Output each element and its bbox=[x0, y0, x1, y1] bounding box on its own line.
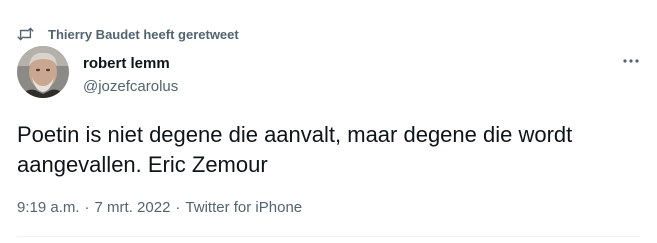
divider bbox=[17, 236, 640, 237]
more-options-button[interactable] bbox=[619, 50, 643, 70]
retweet-context[interactable]: Thierry Baudet heeft geretweet bbox=[17, 26, 239, 42]
retweet-icon bbox=[17, 27, 34, 41]
meta-separator: · bbox=[175, 199, 181, 216]
tweet-text: Poetin is niet degene die aanvalt, maar … bbox=[17, 122, 573, 177]
retweet-label: Thierry Baudet heeft geretweet bbox=[48, 26, 239, 42]
tweet-date[interactable]: 7 mrt. 2022 bbox=[95, 199, 171, 216]
author-handle[interactable]: @jozefcarolus bbox=[83, 78, 178, 96]
author-name[interactable]: robert lemm bbox=[83, 55, 178, 73]
more-options-icon bbox=[622, 51, 640, 69]
avatar[interactable] bbox=[17, 46, 69, 98]
author-info[interactable]: robert lemm @jozefcarolus bbox=[83, 55, 178, 96]
meta-separator: · bbox=[84, 199, 90, 216]
tweet-time[interactable]: 9:19 a.m. bbox=[17, 199, 80, 216]
tweet: Thierry Baudet heeft geretweet robert le… bbox=[0, 0, 657, 243]
tweet-source[interactable]: Twitter for iPhone bbox=[185, 199, 302, 216]
tweet-meta: 9:19 a.m. · 7 mrt. 2022 · Twitter for iP… bbox=[17, 199, 302, 216]
